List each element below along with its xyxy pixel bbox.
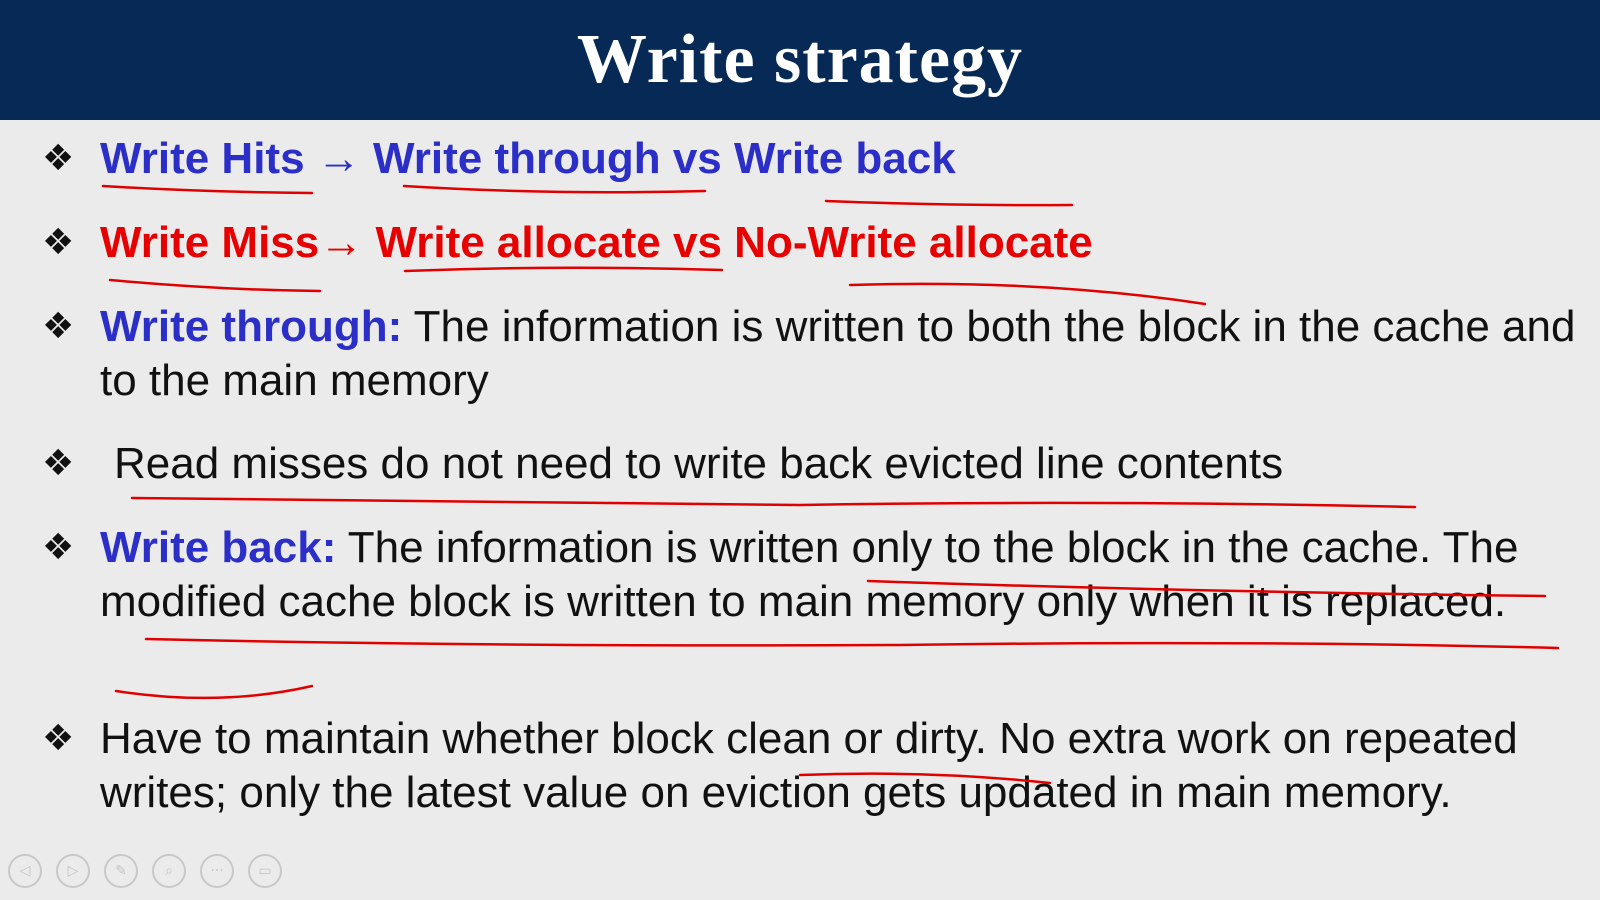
more-icon[interactable]: ··· [200, 854, 234, 888]
arrow-icon: → [304, 134, 374, 183]
arrow-icon: → [319, 218, 376, 267]
underline-write-through [402, 184, 707, 194]
bullet-icon: ❖ [42, 306, 75, 347]
vs-label: vs [660, 218, 735, 267]
underline-replaced [114, 684, 314, 700]
vs-label: vs [660, 134, 734, 183]
underline-write-miss [108, 278, 322, 293]
bullet-icon: ❖ [42, 527, 75, 568]
pen-icon[interactable]: ✎ [104, 854, 138, 888]
no-write-allocate-label: No-Write allocate [734, 218, 1093, 267]
bullet-icon: ❖ [42, 718, 75, 759]
screen-icon[interactable]: ▭ [248, 854, 282, 888]
read-misses-text: Read misses do not need to write back ev… [114, 439, 1284, 488]
player-controls: ◁ ▷ ✎ ⌕ ··· ▭ [8, 854, 282, 890]
bullet-icon: ❖ [42, 222, 75, 263]
write-hits-label: Write Hits [100, 134, 305, 183]
write-back-term: Write back: [100, 523, 337, 572]
zoom-icon[interactable]: ⌕ [152, 854, 186, 888]
write-back-label: Write back [734, 134, 956, 183]
write-allocate-label: Write allocate [375, 218, 661, 267]
underline-modified-block [144, 637, 1560, 650]
slide-title: Write strategy [576, 21, 1024, 98]
bullet-write-through-def: ❖ Write through: The information is writ… [42, 300, 1592, 408]
write-miss-label: Write Miss [100, 218, 320, 267]
underline-write-back [824, 199, 1074, 207]
clean-dirty-text: Have to maintain whether block clean or … [100, 714, 1518, 817]
underline-write-hits [101, 184, 314, 195]
bullet-write-back-def: ❖ Write back: The information is written… [42, 521, 1592, 629]
next-icon[interactable]: ▷ [56, 854, 90, 888]
bullet-clean-dirty: ❖ Have to maintain whether block clean o… [42, 712, 1592, 820]
bullet-read-misses: ❖ Read misses do not need to write back … [42, 437, 1592, 491]
write-through-term: Write through: [100, 302, 403, 351]
bullet-write-miss: ❖ Write Miss→ Write allocate vs No-Write… [42, 216, 1592, 270]
bullet-icon: ❖ [42, 443, 75, 484]
bullet-icon: ❖ [42, 138, 75, 179]
write-through-label: Write through [373, 134, 661, 183]
slide-title-bar: Write strategy [0, 0, 1600, 120]
underline-read-misses [130, 496, 1417, 509]
bullet-write-hits: ❖ Write Hits → Write through vs Write ba… [42, 132, 1592, 186]
previous-icon[interactable]: ◁ [8, 854, 42, 888]
